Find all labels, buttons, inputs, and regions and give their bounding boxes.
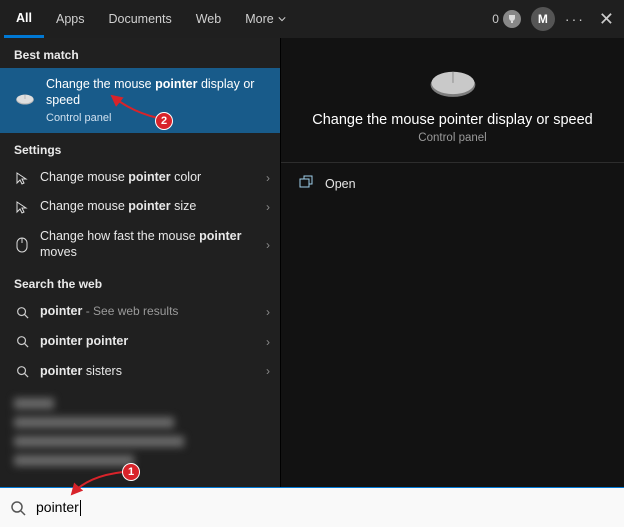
avatar[interactable]: M <box>531 7 555 31</box>
mouse-icon <box>425 68 481 98</box>
open-icon <box>299 175 313 192</box>
web-result-pointer[interactable]: pointer - See web results › <box>0 297 280 327</box>
setting-pointer-speed[interactable]: Change how fast the mouse pointer moves … <box>0 222 280 267</box>
search-icon <box>14 335 30 348</box>
tab-documents[interactable]: Documents <box>96 0 183 38</box>
cursor-icon <box>14 200 30 214</box>
cursor-icon <box>14 171 30 185</box>
chevron-right-icon: › <box>266 364 270 378</box>
chevron-right-icon: › <box>266 238 270 252</box>
open-button[interactable]: Open <box>281 163 624 204</box>
chevron-right-icon: › <box>266 200 270 214</box>
web-result-pointer-sisters[interactable]: pointer sisters › <box>0 357 280 387</box>
mouse-icon <box>14 93 36 107</box>
rewards-button[interactable]: 0 <box>492 10 521 28</box>
search-web-label: Search the web <box>0 267 280 297</box>
trophy-icon <box>503 10 521 28</box>
preview-subtitle: Control panel <box>295 132 610 144</box>
search-icon <box>14 306 30 319</box>
topbar: All Apps Documents Web More 0 M ··· ✕ <box>0 0 624 38</box>
tab-apps[interactable]: Apps <box>44 0 97 38</box>
search-icon <box>14 365 30 378</box>
chevron-down-icon <box>278 12 286 26</box>
annotation-arrow-1 <box>68 470 128 500</box>
settings-label: Settings <box>0 133 280 163</box>
tab-web[interactable]: Web <box>184 0 233 38</box>
chevron-right-icon: › <box>266 305 270 319</box>
preview-panel: Change the mouse pointer display or spee… <box>280 38 624 487</box>
more-options-button[interactable]: ··· <box>565 11 585 27</box>
preview-title: Change the mouse pointer display or spee… <box>295 112 610 128</box>
chevron-right-icon: › <box>266 171 270 185</box>
obscured-results <box>0 386 280 478</box>
search-tabs: All Apps Documents Web More <box>4 0 298 38</box>
annotation-badge-1: 1 <box>122 463 140 481</box>
best-match-label: Best match <box>0 38 280 68</box>
tab-more[interactable]: More <box>233 0 297 38</box>
mouse-outline-icon <box>14 237 30 253</box>
search-value: pointer <box>36 499 81 516</box>
web-result-pointer-pointer[interactable]: pointer pointer › <box>0 327 280 357</box>
setting-pointer-color[interactable]: Change mouse pointer color › <box>0 163 280 193</box>
search-icon <box>10 500 26 516</box>
annotation-badge-2: 2 <box>155 112 173 130</box>
chevron-right-icon: › <box>266 335 270 349</box>
setting-pointer-size[interactable]: Change mouse pointer size › <box>0 192 280 222</box>
tab-all[interactable]: All <box>4 0 44 38</box>
close-button[interactable]: ✕ <box>595 9 618 30</box>
